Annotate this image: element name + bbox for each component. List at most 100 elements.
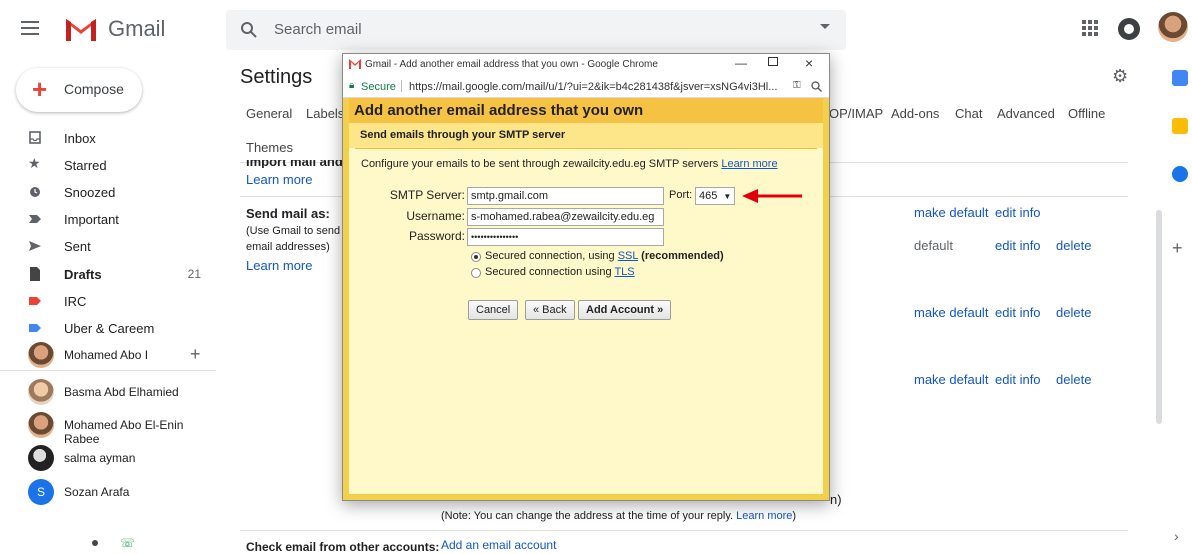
apps-grid-icon[interactable] <box>1082 20 1098 36</box>
clock-icon <box>30 187 40 197</box>
smtp-server-label: SMTP Server: <box>389 188 465 202</box>
tasks-icon[interactable] <box>1172 166 1188 182</box>
key-icon[interactable]: ⚿ <box>793 80 801 91</box>
contact-item[interactable]: salma ayman <box>28 445 208 473</box>
scrollbar[interactable] <box>1156 210 1162 424</box>
contact-name: Mohamed Abo El-Enin Rabee <box>64 418 184 446</box>
hangouts-user[interactable]: Mohamed Abo I <box>28 342 208 370</box>
sidebar-item-drafts[interactable]: Drafts 21 <box>0 261 216 288</box>
ssl-radio[interactable] <box>471 252 481 262</box>
sidebar-item-label: Snoozed <box>64 185 116 200</box>
add-email-account-link[interactable]: Add an email account <box>441 538 556 552</box>
add-hangout-icon[interactable]: + <box>190 344 201 365</box>
contact-item[interactable]: S Sozan Arafa <box>28 479 208 507</box>
tls-link[interactable]: TLS <box>614 266 634 278</box>
close-icon[interactable]: × <box>805 55 813 71</box>
cancel-button[interactable]: Cancel <box>468 300 519 320</box>
compose-button[interactable]: + Compose <box>16 68 142 112</box>
edit-info-link[interactable]: edit info <box>995 238 1041 253</box>
add-email-popup-window: Gmail - Add another email address that y… <box>342 53 830 501</box>
port-select[interactable]: 465 ▼ <box>695 187 735 205</box>
intro-text: Configure your emails to be sent through… <box>361 158 778 170</box>
back-button[interactable]: « Back <box>525 300 575 320</box>
edit-info-link[interactable]: edit info <box>995 305 1041 320</box>
add-account-button[interactable]: Add Account » <box>578 300 672 320</box>
main-menu-icon[interactable] <box>18 18 42 42</box>
tab-pop-imap[interactable]: OP/IMAP <box>829 106 883 121</box>
maximize-icon[interactable] <box>768 57 778 66</box>
delete-link[interactable]: delete <box>1056 305 1091 320</box>
draft-icon <box>30 267 40 281</box>
sidebar-item-uber-careem[interactable]: Uber & Careem <box>0 315 216 342</box>
tab-general[interactable]: General <box>246 106 292 121</box>
gear-icon[interactable]: ⚙ <box>1112 66 1128 87</box>
delete-link[interactable]: delete <box>1056 372 1091 387</box>
tab-add-ons[interactable]: Add-ons <box>891 106 939 121</box>
calendar-icon[interactable] <box>1172 70 1188 86</box>
minimize-icon[interactable]: — <box>735 56 747 70</box>
keep-icon[interactable] <box>1172 118 1188 134</box>
tab-labels[interactable]: Labels <box>306 106 344 121</box>
learn-more-link[interactable]: Learn more <box>246 172 312 187</box>
profile-avatar[interactable] <box>1158 12 1188 42</box>
divider <box>0 370 216 371</box>
username-label: Username: <box>406 209 465 223</box>
popup-url[interactable]: https://mail.google.com/mail/u/1/?ui=2&i… <box>409 81 785 93</box>
tab-chat[interactable]: Chat <box>955 106 982 121</box>
popup-titlebar: Gmail - Add another email address that y… <box>343 54 829 76</box>
annotation-arrow-icon <box>742 189 802 203</box>
tls-option-label[interactable]: Secured connection using TLS <box>485 266 635 278</box>
edit-info-link[interactable]: edit info <box>995 372 1041 387</box>
top-bar: Gmail Search email <box>0 0 1192 60</box>
chevron-right-icon[interactable]: › <box>1174 528 1179 544</box>
contact-name: Basma Abd Elhamied <box>64 385 179 399</box>
popup-body: Add another email address that you own S… <box>343 98 829 500</box>
tab-offline[interactable]: Offline <box>1068 106 1105 121</box>
contact-item[interactable]: Basma Abd Elhamied <box>28 379 208 407</box>
unread-count: 21 <box>187 267 201 281</box>
search-input[interactable]: Search email <box>274 21 362 38</box>
edit-info-link[interactable]: edit info <box>995 205 1041 220</box>
make-default-link[interactable]: make default <box>914 205 988 220</box>
gmail-logo-icon[interactable] <box>64 15 98 43</box>
sidebar-item-starred[interactable]: ★ Starred <box>0 152 216 179</box>
password-input[interactable]: ••••••••••••••• <box>467 228 664 246</box>
app-name: Gmail <box>108 16 166 41</box>
sidebar-item-important[interactable]: Important <box>0 206 216 233</box>
tab-themes[interactable]: Themes <box>246 140 293 155</box>
popup-header: Add another email address that you own <box>349 98 823 123</box>
learn-more-link[interactable]: Learn more <box>246 258 312 273</box>
delete-link[interactable]: delete <box>1056 238 1091 253</box>
make-default-link[interactable]: make default <box>914 305 988 320</box>
add-addon-icon[interactable]: + <box>1172 238 1183 259</box>
popup-subheader: Send emails through your SMTP server <box>349 123 823 148</box>
sidebar-item-snoozed[interactable]: Snoozed <box>0 179 216 206</box>
popup-address-bar[interactable]: 🔒︎ Secure https://mail.google.com/mail/u… <box>343 76 829 98</box>
divider <box>240 530 1128 531</box>
avatar <box>28 342 54 368</box>
page-title: Settings <box>240 66 313 88</box>
tab-advanced[interactable]: Advanced <box>997 106 1055 121</box>
ssl-link[interactable]: SSL <box>618 250 638 262</box>
search-icon[interactable] <box>240 21 258 39</box>
sidebar-item-sent[interactable]: Sent <box>0 233 216 260</box>
lock-icon: 🔒︎ <box>349 80 355 91</box>
search-bar[interactable]: Search email <box>226 10 846 50</box>
tls-radio[interactable] <box>471 268 481 278</box>
learn-more-link[interactable]: Learn more <box>736 510 792 522</box>
secure-label: Secure <box>361 81 396 93</box>
smtp-server-input[interactable]: smtp.gmail.com <box>467 187 664 205</box>
ssl-option-label[interactable]: Secured connection, using SSL (recommend… <box>485 250 724 262</box>
hangouts-person-icon[interactable] <box>92 540 98 546</box>
username-input[interactable]: s-mohamed.rabea@zewailcity.edu.eg <box>467 208 664 226</box>
intro-body: Configure your emails to be sent through… <box>361 158 719 170</box>
phone-icon[interactable]: ☏ <box>120 536 135 550</box>
learn-more-link[interactable]: Learn more <box>721 158 777 170</box>
make-default-link[interactable]: make default <box>914 372 988 387</box>
sidebar-item-inbox[interactable]: Inbox <box>0 125 216 152</box>
contact-item[interactable]: Mohamed Abo El-Enin Rabee <box>28 412 208 446</box>
account-switcher-icon[interactable] <box>1118 18 1140 40</box>
search-options-icon[interactable] <box>820 24 830 29</box>
sidebar-item-irc[interactable]: IRC <box>0 288 216 315</box>
zoom-icon[interactable] <box>811 81 822 92</box>
